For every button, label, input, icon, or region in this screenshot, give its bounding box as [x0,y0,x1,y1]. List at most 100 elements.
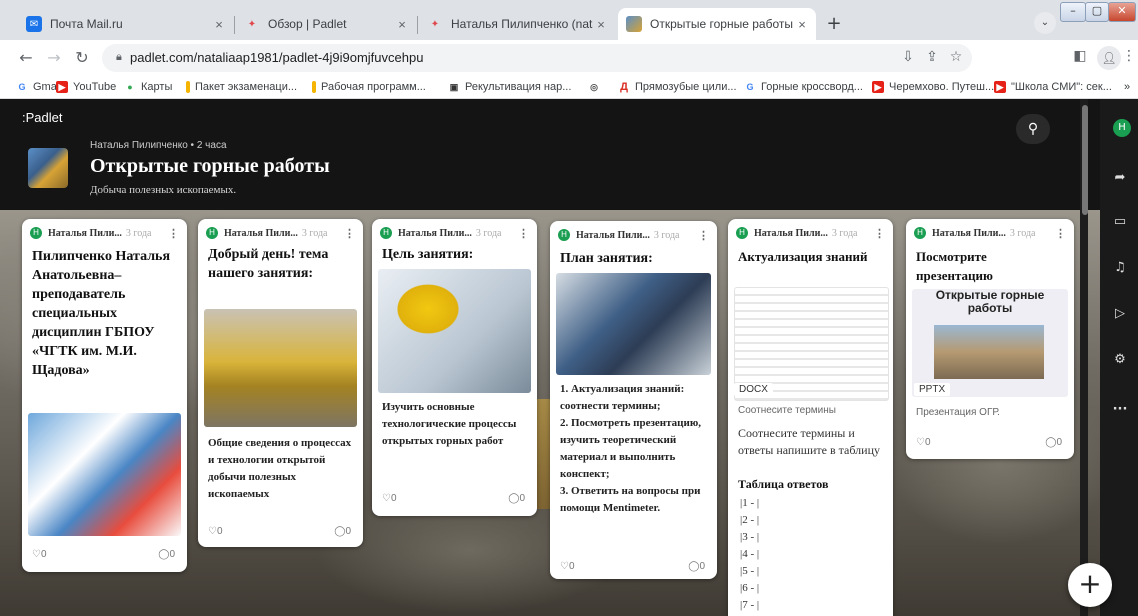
bookmark-spur-gears[interactable]: Д Прямозубые цили... [618,79,737,95]
bookmark-media-school[interactable]: ▶ "Школа СМИ": сек... [994,79,1112,95]
share-arrow-icon[interactable]: ➦ [1109,167,1131,189]
bookmarks-bar: G Gmail ▶ YouTube ● Карты Пакет экзаменаци.… [0,76,1138,99]
post-image-student[interactable] [556,273,711,375]
board-meta: Наталья Пилипченко • 2 часа [90,140,227,151]
pptx-attachment-preview[interactable]: Открытые горные работы [912,289,1068,397]
profile-icon[interactable]: 👤︎ [1097,46,1121,70]
post-card-3[interactable]: Н Наталья Пили... 3 года ⋮ Цель занятия: Из… [372,219,537,516]
post-title: Цель занятия: [382,247,474,262]
bookmark-exam-package[interactable]: Пакет экзаменаци... [186,79,297,95]
lock-icon[interactable]: 🔒︎ [116,50,122,64]
mail-icon: ✉ [26,16,42,32]
gear-icon[interactable]: ⚙ [1109,349,1131,371]
comment-button[interactable]: ◯0 [508,493,525,504]
comment-count: 0 [699,561,705,572]
tab-label: Почта Mail.ru [50,17,123,31]
bookmark-label: "Школа СМИ": сек... [1011,81,1112,93]
docs-icon [312,81,316,93]
like-count: 0 [568,561,575,572]
bookmark-crosswords[interactable]: G Горные кроссворд... [744,79,862,95]
maximize-button[interactable]: ▢ [1085,2,1109,22]
post-menu-icon[interactable]: ⋮ [698,229,709,242]
padlet-icon: ✦ [430,18,440,30]
avatar: Н [558,229,570,241]
minimize-button[interactable]: – [1060,2,1086,22]
tab-label: Открытые горные работы [650,17,793,31]
close-window-button[interactable]: ✕ [1108,2,1136,22]
close-icon[interactable]: × [593,17,609,32]
post-menu-icon[interactable]: ⋮ [168,227,179,240]
tab-natalia[interactable]: ✦ Наталья Пилипченко (nataliaap × [419,8,615,40]
bookmark-globe[interactable]: ◎ [588,79,605,95]
comment-button[interactable]: ◯0 [1045,437,1062,448]
close-icon[interactable]: × [394,17,410,32]
post-menu-icon[interactable]: ⋮ [344,227,355,240]
bookmark-youtube[interactable]: ▶ YouTube [56,79,116,95]
document-icon: ▣ [449,82,459,92]
comment-button[interactable]: ◯0 [158,549,175,560]
forward-arrow-icon[interactable]: → [44,48,64,67]
post-card-1[interactable]: Н Наталья Пили... 3 года ⋮ Пилипченко Натал… [22,219,187,572]
like-button[interactable]: ♡0 [208,526,223,537]
comment-button[interactable]: ◯0 [334,526,351,537]
post-card-6[interactable]: Н Наталья Пили... 3 года ⋮ Посмотрите презе… [906,219,1074,459]
bookmarks-overflow[interactable]: » [1124,79,1130,95]
chevron-down-icon[interactable]: ⌄ [1034,12,1056,34]
share-icon[interactable]: ⇪ [922,49,942,65]
comment-button[interactable]: ◯0 [688,561,705,572]
bookmark-gmail[interactable]: G Gmail [16,79,61,95]
address-toolbar: ← → ↻ 🔒︎ padlet.com/nataliaap1981/padlet… [0,40,1138,76]
like-button[interactable]: ♡0 [32,549,47,560]
more-icon[interactable]: ··· [1109,399,1131,421]
remake-icon[interactable]: ▭ [1109,211,1131,233]
tab-mail[interactable]: ✉ Почта Mail.ru × [18,8,233,40]
kebab-menu-icon[interactable]: ⋮ [1122,48,1136,64]
side-panel-icon[interactable]: ◧ [1070,48,1090,64]
post-body: 1. Актуализация знаний: соотнести термин… [560,383,701,514]
url-text[interactable]: padlet.com/nataliaap1981/padlet-4j9i9omj… [130,50,423,65]
install-icon[interactable]: ⇩ [898,49,918,65]
post-image[interactable] [28,413,181,536]
bookmark-label: Карты [141,81,173,93]
like-button[interactable]: ♡0 [916,437,931,448]
scrollbar-thumb[interactable] [1082,105,1088,215]
bookmark-recultivation[interactable]: ▣ Рекультивация нар... [448,79,572,95]
like-button[interactable]: ♡0 [560,561,575,572]
post-title: Пилипченко Наталья Анатольевна–преподава… [32,249,171,378]
address-bar[interactable]: 🔒︎ padlet.com/nataliaap1981/padlet-4j9i9… [102,44,972,72]
bookmark-maps[interactable]: ● Карты [124,79,172,95]
file-type-badge: DOCX [734,383,773,396]
search-icon[interactable]: ⚲ [1016,114,1050,144]
post-menu-icon[interactable]: ⋮ [518,227,529,240]
globe-icon: ◎ [590,82,598,92]
like-count: 0 [40,549,47,560]
back-arrow-icon[interactable]: ← [16,48,36,67]
padlet-logo[interactable]: :Padlet [22,110,62,125]
answer-row: |1 - | [740,497,760,509]
post-image-helmet[interactable] [378,269,531,393]
user-avatar[interactable]: Н [1113,119,1131,137]
tab-padlet-overview[interactable]: ✦ Обзор | Padlet × [236,8,416,40]
post-menu-icon[interactable]: ⋮ [1055,227,1066,240]
post-menu-icon[interactable]: ⋮ [874,227,885,240]
post-card-4[interactable]: Н Наталья Пили... 3 года ⋮ План занятия: 1.… [550,221,717,579]
play-icon[interactable]: ▷ [1109,303,1131,325]
close-icon[interactable]: × [211,17,227,32]
like-count: 0 [390,493,397,504]
bookmark-cheremkhovo[interactable]: ▶ Черемхово. Путеш... [872,79,994,95]
tab-active-board[interactable]: Открытые горные работы × [618,8,816,40]
post-card-5[interactable]: Н Наталья Пили... 3 года ⋮ Актуализация зна… [728,219,893,616]
reload-icon[interactable]: ↻ [72,48,92,67]
bookmark-work-program[interactable]: Рабочая программ... [312,79,426,95]
close-icon[interactable]: × [794,17,810,32]
post-image-excavator[interactable] [204,309,357,427]
bookmark-label: Прямозубые цили... [635,81,737,93]
star-icon[interactable]: ☆ [946,49,966,65]
post-card-2[interactable]: Н Наталья Пили... 3 года ⋮ Добрый день! тем… [198,219,363,547]
add-post-button[interactable]: + [1068,563,1112,607]
post-author: Наталья Пили... [224,227,298,239]
like-button[interactable]: ♡0 [382,493,397,504]
new-tab-button[interactable]: + [822,12,846,36]
post-text: Соотнесите термины и ответы напишите в т… [738,426,881,457]
bell-icon[interactable]: ♫ [1109,257,1131,279]
